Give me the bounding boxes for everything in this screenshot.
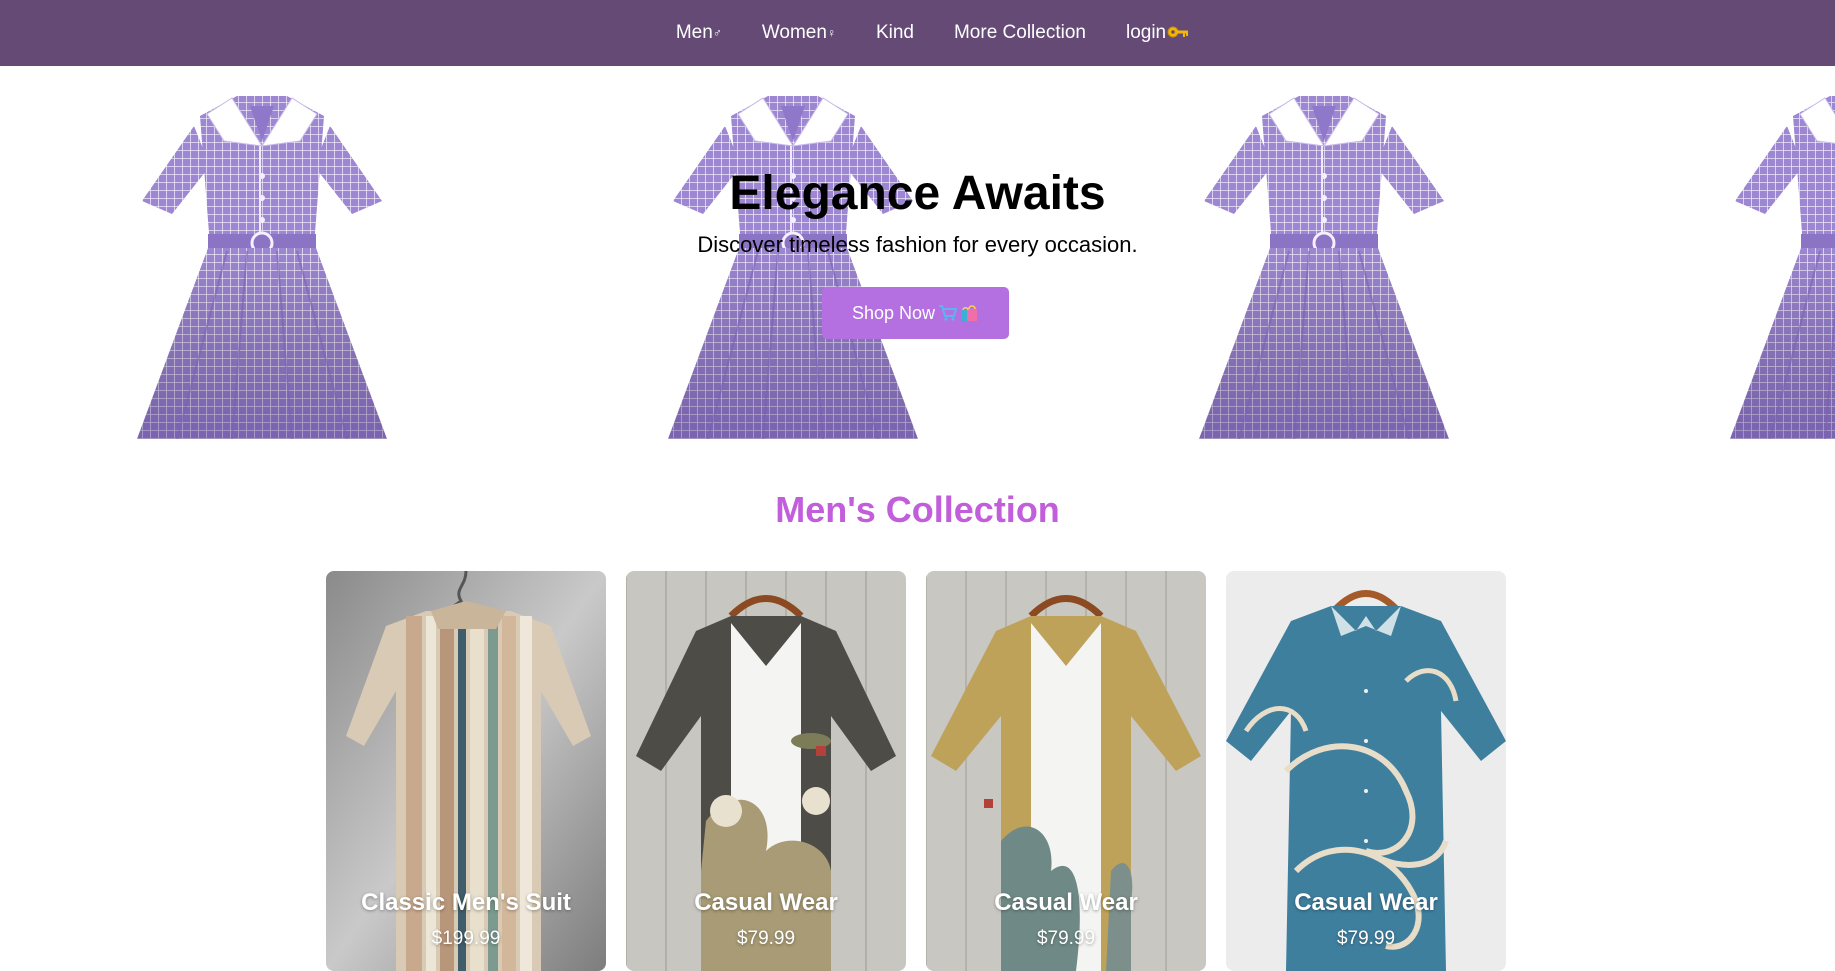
- product-card[interactable]: Casual Wear $79.99: [1226, 571, 1506, 971]
- nav-link-men[interactable]: Men♂: [676, 21, 722, 45]
- nav-link-login[interactable]: login: [1126, 21, 1189, 45]
- product-name: Classic Men's Suit: [361, 889, 571, 916]
- nav-link-more-collection[interactable]: More Collection: [954, 21, 1086, 45]
- shop-now-label: Shop Now: [851, 302, 936, 323]
- nav-link-kind[interactable]: Kind: [876, 21, 914, 45]
- hero-banner: Elegance Awaits Discover timeless fashio…: [0, 66, 1835, 439]
- male-sign-icon: ♂: [712, 26, 722, 40]
- product-card[interactable]: Casual Wear $79.99: [626, 571, 906, 971]
- nav-item-men: Men♂: [656, 21, 742, 45]
- product-card[interactable]: Casual Wear $79.99: [926, 571, 1206, 971]
- nav-label-women: Women: [761, 22, 827, 43]
- nav-item-more-collection: More Collection: [934, 21, 1106, 45]
- hero-subtitle: Discover timeless fashion for every occa…: [697, 232, 1138, 257]
- nav-menu: Men♂ Women♀ Kind More Collection login: [626, 21, 1209, 45]
- product-card[interactable]: Classic Men's Suit $199.99: [326, 571, 606, 971]
- mens-collection-title: Men's Collection: [775, 489, 1060, 530]
- dress-image: [135, 94, 389, 439]
- shop-icons: [937, 303, 979, 323]
- shopping-cart-icon: [939, 305, 958, 321]
- product-price: $79.99: [736, 928, 796, 949]
- nav-label-men: Men: [675, 22, 713, 43]
- female-sign-icon: ♀: [826, 26, 836, 40]
- hero-title: Elegance Awaits: [729, 167, 1106, 220]
- product-price: $79.99: [1336, 928, 1396, 949]
- shopping-bags-icon: [961, 305, 978, 321]
- product-grid: Classic Men's Suit $199.99 Casual Wear $…: [326, 571, 1506, 971]
- hero-text: Elegance Awaits Discover timeless fashio…: [0, 166, 1835, 260]
- product-name: Casual Wear: [994, 889, 1138, 916]
- nav-item-login: login: [1106, 21, 1209, 45]
- dress-image: [1197, 94, 1451, 439]
- product-name: Casual Wear: [1294, 889, 1438, 916]
- nav-label-login: login: [1125, 22, 1167, 43]
- nav-item-women: Women♀: [742, 21, 856, 45]
- product-price: $79.99: [1036, 928, 1096, 949]
- nav-item-kind: Kind: [856, 21, 934, 45]
- product-price: $199.99: [431, 928, 501, 949]
- key-icon: [1167, 26, 1189, 38]
- nav-link-women[interactable]: Women♀: [762, 21, 836, 45]
- dress-image: [666, 94, 920, 439]
- dress-image: [1728, 94, 1835, 439]
- product-name: Casual Wear: [694, 889, 838, 916]
- shop-now-button[interactable]: Shop Now: [822, 287, 1009, 339]
- top-navbar: Men♂ Women♀ Kind More Collection login: [0, 0, 1835, 66]
